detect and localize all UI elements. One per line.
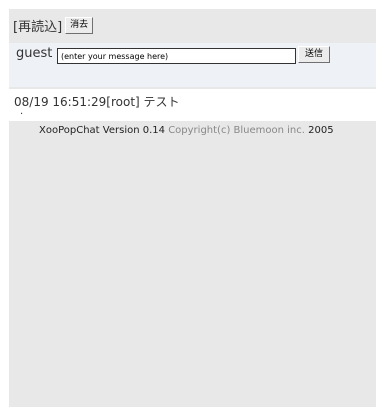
footer-product: XooPopChat Version 0.14 bbox=[39, 125, 165, 136]
message-input[interactable] bbox=[57, 48, 296, 64]
chat-panel: [再読込] 消去 guest 送信 08/19 16:51:29[root] テ… bbox=[9, 9, 376, 407]
chat-log-trailing: . bbox=[20, 106, 24, 117]
clear-button[interactable]: 消去 bbox=[65, 16, 94, 34]
chat-log-entry: 08/19 16:51:29[root] テスト bbox=[14, 95, 180, 109]
footer-copyright: Copyright(c) Bluemoon inc. bbox=[168, 125, 305, 136]
toolbar: [再読込] 消去 bbox=[13, 15, 94, 35]
footer-year: 2005 bbox=[308, 125, 334, 136]
chat-log: 08/19 16:51:29[root] テスト . bbox=[9, 89, 376, 121]
message-input-row: guest 送信 bbox=[9, 43, 376, 87]
reload-link[interactable]: [再読込] bbox=[13, 16, 62, 35]
username-label: guest bbox=[16, 46, 53, 61]
send-button[interactable]: 送信 bbox=[298, 46, 331, 63]
footer: XooPopChat Version 0.14 Copyright(c) Blu… bbox=[39, 125, 334, 136]
